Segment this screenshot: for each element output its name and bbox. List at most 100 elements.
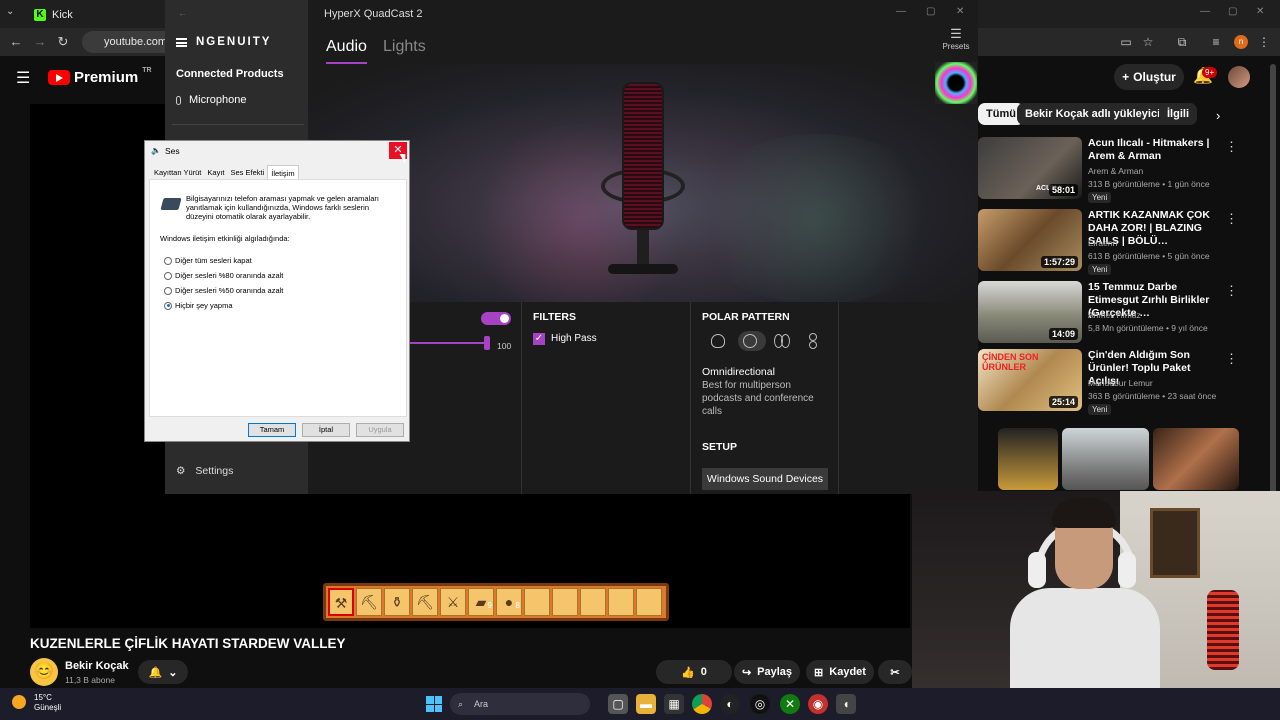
notification-pref-button[interactable]: 🔔 ⌄ xyxy=(138,660,188,684)
cast-icon[interactable]: ▭ xyxy=(1118,34,1134,50)
scissors-icon: ✂ xyxy=(890,666,900,679)
ng-menu-icon[interactable] xyxy=(176,38,187,47)
windows-sound-devices-button[interactable]: Windows Sound Devices xyxy=(702,468,828,490)
radio-button[interactable] xyxy=(164,271,172,280)
bidirectional-icon[interactable] xyxy=(809,333,817,341)
sidebar-item-microphone[interactable]: Microphone xyxy=(176,94,246,106)
bidirectional-icon-lower[interactable] xyxy=(809,341,817,349)
windows-start-icon[interactable] xyxy=(426,696,442,712)
like-button[interactable]: 👍 0 xyxy=(656,660,732,684)
option-do-nothing[interactable]: Hiçbir şey yapma xyxy=(164,301,233,310)
taskbar-search[interactable]: ⌕ Ara xyxy=(450,693,590,715)
chrome-icon[interactable] xyxy=(692,694,712,714)
reload-icon[interactable]: ↻ xyxy=(55,34,71,50)
gain-slider-track[interactable] xyxy=(409,342,489,344)
tab-audio[interactable]: Audio xyxy=(326,38,367,64)
weather-widget[interactable]: 15°C Güneşli xyxy=(34,693,61,713)
chrome-close-icon[interactable]: ✕ xyxy=(1256,6,1264,17)
video-thumbnail[interactable]: 1:57:29 xyxy=(978,209,1082,271)
option-reduce-80[interactable]: Diğer sesleri %80 oranında azalt xyxy=(164,271,283,280)
youtube-logo[interactable]: Premium TR xyxy=(48,67,152,86)
more-options-icon[interactable]: ⋮ xyxy=(1225,139,1238,155)
list-item[interactable]: 1:57:29 ARTIK KAZANMAK ÇOK DAHA ZOR! | B… xyxy=(978,209,1248,275)
store-icon[interactable]: ▦ xyxy=(664,694,684,714)
wood-icon: ▰ 9 xyxy=(468,588,494,616)
sidebar-item-settings[interactable]: ⚙ Settings xyxy=(176,465,233,477)
radio-button[interactable] xyxy=(164,286,172,295)
gear-icon: ⚙ xyxy=(176,465,186,477)
communications-description: Bilgisayarınızı telefon araması yapmak v… xyxy=(186,194,380,221)
file-explorer-icon[interactable]: ▬ xyxy=(636,694,656,714)
profile-icon[interactable]: n xyxy=(1234,35,1248,49)
extensions-icon[interactable]: ⧉ xyxy=(1174,34,1190,50)
video-thumbnail[interactable]: ÇİNDEN SON ÜRÜNLER 25:14 xyxy=(978,349,1082,411)
task-view-icon[interactable]: ▢ xyxy=(608,694,628,714)
forward-icon[interactable]: → xyxy=(32,34,48,50)
preset-thumbnail[interactable] xyxy=(935,62,977,104)
omnidirectional-icon[interactable] xyxy=(743,334,757,348)
cancel-button[interactable]: İptal xyxy=(302,423,350,437)
radio-button-selected[interactable] xyxy=(164,301,172,310)
more-options-icon[interactable]: ⋮ xyxy=(1225,283,1238,299)
xbox-icon[interactable]: ✕ xyxy=(780,694,800,714)
shorts-thumbnail[interactable] xyxy=(1153,428,1239,490)
app-red-icon[interactable]: ◉ xyxy=(808,694,828,714)
list-item[interactable]: 14:09 15 Temmuz Darbe Etimesgut Zırhlı B… xyxy=(978,281,1248,347)
create-button[interactable]: + Oluştur xyxy=(1114,64,1184,90)
chrome-minimize-icon[interactable]: — xyxy=(1200,6,1210,17)
chrome-maximize-icon[interactable]: ▢ xyxy=(1228,6,1237,17)
address-bar[interactable]: youtube.com/v xyxy=(82,31,176,53)
monitoring-toggle[interactable] xyxy=(481,312,511,325)
video-thumbnail[interactable]: ACUN IL 58:01 xyxy=(978,137,1082,199)
apply-button[interactable]: Uygula xyxy=(356,423,404,437)
tab-lights[interactable]: Lights xyxy=(383,38,426,56)
webcam-microphone xyxy=(1207,590,1239,670)
stereo-icon-right[interactable] xyxy=(781,334,790,348)
presets-button[interactable]: ☰ Presets xyxy=(936,26,976,51)
clip-button[interactable]: ✂ xyxy=(878,660,912,684)
wall-picture xyxy=(1150,508,1200,578)
account-avatar[interactable] xyxy=(1228,66,1250,88)
telephone-icon xyxy=(160,198,182,210)
tab-list-chevron-icon[interactable]: ⌄ xyxy=(6,6,14,17)
headphone-earcup xyxy=(1028,552,1046,588)
channel-name[interactable]: Bekir Koçak xyxy=(65,660,129,672)
microphone-image xyxy=(622,82,664,230)
chip-related[interactable]: İlgili xyxy=(1159,103,1197,125)
media-icon[interactable]: ≡ xyxy=(1208,34,1224,50)
ng-back-icon[interactable]: ← xyxy=(178,8,187,18)
hamburger-icon[interactable]: ☰ xyxy=(16,68,30,88)
channel-avatar[interactable]: 😊 xyxy=(30,658,58,686)
ng-minimize-icon[interactable]: — xyxy=(896,6,906,17)
ng-close-icon[interactable]: ✕ xyxy=(956,6,964,17)
video-thumbnail[interactable]: 14:09 xyxy=(978,281,1082,343)
high-pass-checkbox[interactable]: ✓ xyxy=(533,333,545,345)
list-item[interactable]: ACUN IL 58:01 Acun Ilıcalı - Hitmakers |… xyxy=(978,137,1248,203)
browser-tab[interactable]: K Kick xyxy=(24,4,83,26)
gain-slider-handle[interactable] xyxy=(484,336,490,350)
back-icon[interactable]: ← xyxy=(8,34,24,50)
app-icon[interactable]: ◐ xyxy=(720,694,740,714)
radio-button[interactable] xyxy=(164,256,172,265)
option-mute-all[interactable]: Diğer tüm sesleri kapat xyxy=(164,256,252,265)
chips-next-icon[interactable]: › xyxy=(1216,108,1220,123)
ng-maximize-icon[interactable]: ▢ xyxy=(926,6,935,17)
weather-sun-icon[interactable] xyxy=(12,695,26,709)
ok-button[interactable]: Tamam xyxy=(248,423,296,437)
hoe-icon: ⛏ xyxy=(356,588,382,616)
shorts-thumbnail[interactable] xyxy=(998,428,1058,490)
ngenuity-logo: NGENUITY xyxy=(196,36,272,48)
ngenuity-taskbar-icon[interactable]: ◖ xyxy=(836,694,856,714)
list-item[interactable]: ÇİNDEN SON ÜRÜNLER 25:14 Çin'den Aldığım… xyxy=(978,349,1248,415)
share-button[interactable]: ↪ Paylaş xyxy=(734,660,800,684)
bookmark-star-icon[interactable]: ☆ xyxy=(1140,34,1156,50)
more-options-icon[interactable]: ⋮ xyxy=(1225,211,1238,227)
save-button[interactable]: ⊞ Kaydet xyxy=(806,660,874,684)
option-reduce-50[interactable]: Diğer sesleri %50 oranında azalt xyxy=(164,286,283,295)
menu-dots-icon[interactable]: ⋮ xyxy=(1256,34,1272,50)
obs-icon[interactable]: ◎ xyxy=(750,694,770,714)
more-options-icon[interactable]: ⋮ xyxy=(1225,351,1238,367)
cardioid-icon[interactable] xyxy=(711,334,725,348)
shorts-thumbnail[interactable] xyxy=(1062,428,1149,490)
filters-heading: FILTERS xyxy=(533,311,576,323)
